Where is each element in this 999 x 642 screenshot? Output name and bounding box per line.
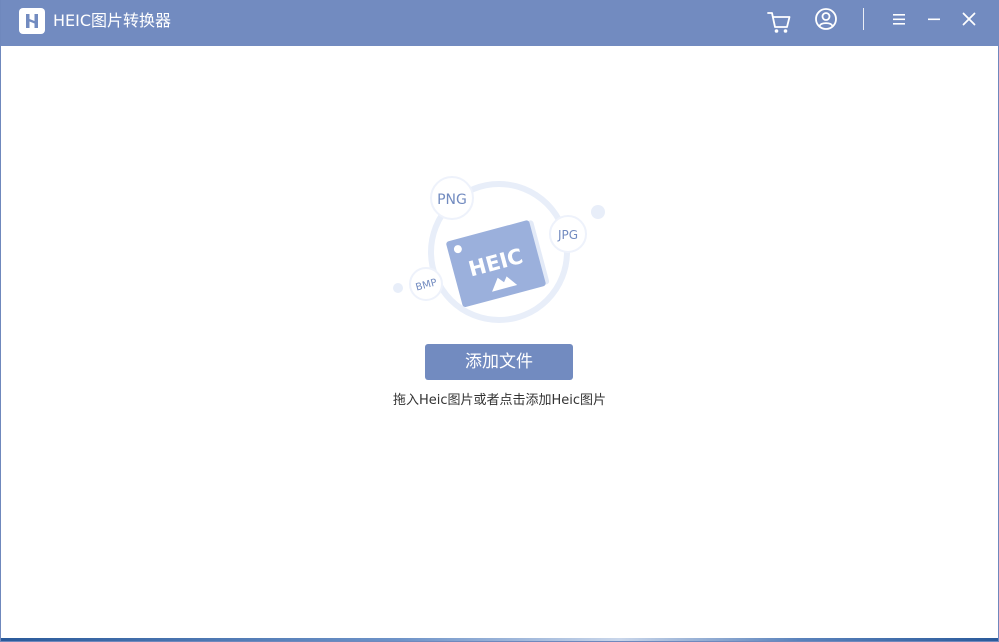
titlebar-separator <box>863 8 864 30</box>
app-title: HEIC图片转换器 <box>53 11 172 30</box>
minimize-icon[interactable] <box>920 8 948 36</box>
app-logo-icon <box>19 8 45 34</box>
title-bar[interactable]: HEIC图片转换器 <box>1 0 999 46</box>
cart-icon[interactable] <box>765 8 793 36</box>
close-icon[interactable] <box>955 8 983 36</box>
app-window: HEIC图片转换器 HEIC PNG JPG BMP 添加文件 拖入Heic图片… <box>0 0 999 642</box>
bottom-edge-strip <box>1 638 998 641</box>
png-badge: PNG <box>437 192 467 208</box>
add-file-button[interactable]: 添加文件 <box>425 344 573 380</box>
jpg-badge: JPG <box>557 228 578 242</box>
drop-zone-illustration[interactable]: HEIC PNG JPG BMP <box>389 172 611 332</box>
drop-hint-text: 拖入Heic图片或者点击添加Heic图片 <box>392 393 607 408</box>
user-icon[interactable] <box>812 8 840 36</box>
menu-icon[interactable] <box>885 8 913 36</box>
